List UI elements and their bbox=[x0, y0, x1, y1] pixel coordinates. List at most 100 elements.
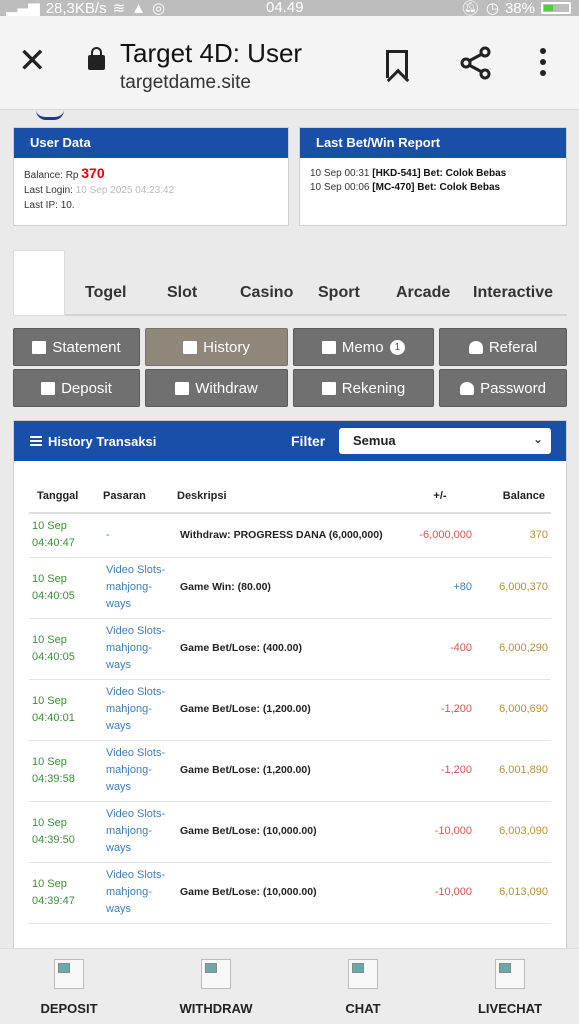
date-cell: 10 Sep 04:39:47 bbox=[29, 862, 103, 924]
password-button[interactable]: Password bbox=[439, 369, 567, 407]
lock-icon bbox=[88, 47, 105, 70]
balance-cell: 6,003,090 bbox=[475, 801, 551, 863]
date-cell: 10 Sep 04:40:47 bbox=[29, 513, 103, 558]
nav-withdraw[interactable]: WITHDRAW bbox=[156, 959, 276, 1016]
edit-icon bbox=[321, 340, 336, 354]
list-icon bbox=[30, 436, 42, 446]
livechat-nav-icon bbox=[495, 959, 525, 989]
memo-button[interactable]: Memo 1 bbox=[293, 328, 434, 366]
table-row: 10 Sep 04:40:05 Video Slots-mahjong-ways Ga… bbox=[29, 557, 551, 619]
date-cell: 10 Sep 04:39:50 bbox=[29, 801, 103, 863]
battery-icon bbox=[541, 2, 571, 14]
withdraw-button[interactable]: Withdraw bbox=[145, 369, 288, 407]
user-icon bbox=[460, 381, 475, 395]
history-button[interactable]: History bbox=[145, 328, 288, 366]
bottom-nav: DEPOSIT WITHDRAW CHAT LIVECHAT bbox=[0, 948, 579, 1024]
nav-livechat[interactable]: LIVECHAT bbox=[450, 959, 570, 1016]
market-cell: Video Slots-mahjong-ways bbox=[103, 557, 177, 619]
chat-nav-icon bbox=[348, 959, 378, 989]
last-bet-line: 10 Sep 00:31 [HKD-541] Bet: Colok Bebas bbox=[310, 168, 507, 179]
close-icon[interactable]: ✕ bbox=[18, 44, 47, 78]
market-cell: Video Slots-mahjong-ways bbox=[103, 862, 177, 924]
tab-blank[interactable] bbox=[13, 250, 65, 316]
market-cell: Video Slots-mahjong-ways bbox=[103, 618, 177, 680]
market-cell: Video Slots-mahjong-ways bbox=[103, 679, 177, 741]
tab-arcade[interactable]: Arcade bbox=[396, 284, 450, 302]
delta-cell: +80 bbox=[405, 557, 475, 619]
balance-label: Balance: Rp bbox=[24, 170, 79, 181]
market-cell: - bbox=[103, 513, 177, 558]
status-bar: ▂▄▆ 28,3KB/s ≋ ▲ ◎ 04.49 🔕︎ ◷ 38% bbox=[0, 0, 579, 17]
page-content: User Data Balance: Rp 370 Last Login: 10… bbox=[0, 110, 579, 948]
network-speed: 28,3KB/s bbox=[45, 0, 107, 17]
tab-casino[interactable]: Casino bbox=[240, 284, 293, 302]
description-cell: Game Bet/Lose: (400.00) bbox=[177, 618, 405, 680]
history-panel: History Transaksi Filter Semua ⌄ Tanggal … bbox=[13, 420, 567, 948]
wifi-icon: ≋ bbox=[112, 0, 126, 17]
delta-cell: -10,000 bbox=[405, 862, 475, 924]
date-cell: 10 Sep 04:40:05 bbox=[29, 557, 103, 619]
chevron-down-icon: ⌄ bbox=[532, 432, 543, 446]
warning-icon: ▲ bbox=[131, 0, 147, 17]
clock: 04.49 bbox=[266, 0, 304, 16]
whatsapp-icon: ◎ bbox=[152, 0, 166, 17]
tab-slot[interactable]: Slot bbox=[167, 284, 197, 302]
rekening-button[interactable]: Rekening bbox=[293, 369, 434, 407]
balance-cell: 6,000,370 bbox=[475, 557, 551, 619]
user-data-panel: User Data Balance: Rp 370 Last Login: 10… bbox=[13, 127, 289, 226]
table-row: 10 Sep 04:39:50 Video Slots-mahjong-ways Ga… bbox=[29, 801, 551, 863]
share-icon[interactable] bbox=[460, 46, 492, 80]
alarm-icon: ◷ bbox=[485, 0, 499, 17]
statement-button[interactable]: Statement bbox=[13, 328, 140, 366]
signal-icon: ▂▄▆ bbox=[6, 0, 40, 17]
referal-button[interactable]: Referal bbox=[439, 328, 567, 366]
date-cell: 10 Sep 04:39:58 bbox=[29, 740, 103, 802]
deposit-nav-icon bbox=[54, 959, 84, 989]
page-url[interactable]: targetdame.site bbox=[120, 72, 251, 94]
market-cell: Video Slots-mahjong-ways bbox=[103, 740, 177, 802]
bookmark-icon[interactable] bbox=[386, 50, 408, 78]
table-row: 10 Sep 04:40:05 Video Slots-mahjong-ways Ga… bbox=[29, 618, 551, 680]
delta-cell: -6,000,000 bbox=[405, 513, 475, 558]
user-data-header: User Data bbox=[14, 128, 288, 158]
memo-count-badge: 1 bbox=[389, 339, 406, 355]
description-cell: Withdraw: PROGRESS DANA (6,000,000) bbox=[177, 513, 405, 558]
user-icon bbox=[468, 340, 483, 354]
calendar-icon bbox=[183, 340, 198, 354]
last-bet-panel: Last Bet/Win Report 10 Sep 00:31 [HKD-54… bbox=[299, 127, 567, 226]
last-ip-value: 10. bbox=[60, 200, 75, 211]
logo bbox=[36, 110, 64, 120]
description-cell: Game Win: (80.00) bbox=[177, 557, 405, 619]
date-cell: 10 Sep 04:40:05 bbox=[29, 618, 103, 680]
delta-cell: -400 bbox=[405, 618, 475, 680]
last-bet-header: Last Bet/Win Report bbox=[300, 128, 566, 158]
col-delta: +/- bbox=[405, 479, 475, 514]
last-login-label: Last Login: bbox=[24, 185, 73, 196]
description-cell: Game Bet/Lose: (1,200.00) bbox=[177, 740, 405, 802]
history-header: History Transaksi Filter Semua ⌄ bbox=[14, 421, 566, 461]
more-menu-icon[interactable] bbox=[540, 48, 548, 78]
table-row: 10 Sep 04:39:47 Video Slots-mahjong-ways Ga… bbox=[29, 862, 551, 924]
description-cell: Game Bet/Lose: (10,000.00) bbox=[177, 801, 405, 863]
last-login-value: 10 Sep 2025 04:23:42 bbox=[75, 185, 175, 196]
nav-chat[interactable]: CHAT bbox=[303, 959, 423, 1016]
balance-cell: 6,001,890 bbox=[475, 740, 551, 802]
tab-interactive[interactable]: Interactive bbox=[473, 284, 553, 302]
tab-sport[interactable]: Sport bbox=[318, 284, 360, 302]
page-title: Target 4D: User bbox=[120, 38, 303, 68]
nav-deposit[interactable]: DEPOSIT bbox=[9, 959, 129, 1016]
date-cell: 10 Sep 04:40:01 bbox=[29, 679, 103, 741]
description-cell: Game Bet/Lose: (1,200.00) bbox=[177, 679, 405, 741]
delta-cell: -1,200 bbox=[405, 740, 475, 802]
tab-togel[interactable]: Togel bbox=[85, 284, 126, 302]
filter-select[interactable]: Semua ⌄ bbox=[339, 428, 551, 454]
deposit-icon bbox=[41, 381, 56, 395]
description-cell bbox=[177, 923, 405, 948]
balance-cell bbox=[475, 923, 551, 948]
col-tanggal: Tanggal bbox=[29, 479, 103, 514]
withdraw-icon bbox=[175, 381, 190, 395]
balance-cell: 370 bbox=[475, 513, 551, 558]
balance-value: 370 bbox=[81, 165, 105, 181]
table-row: 10 Sep 04:39:58 Video Slots-mahjong-ways Ga… bbox=[29, 740, 551, 802]
deposit-button[interactable]: Deposit bbox=[13, 369, 140, 407]
